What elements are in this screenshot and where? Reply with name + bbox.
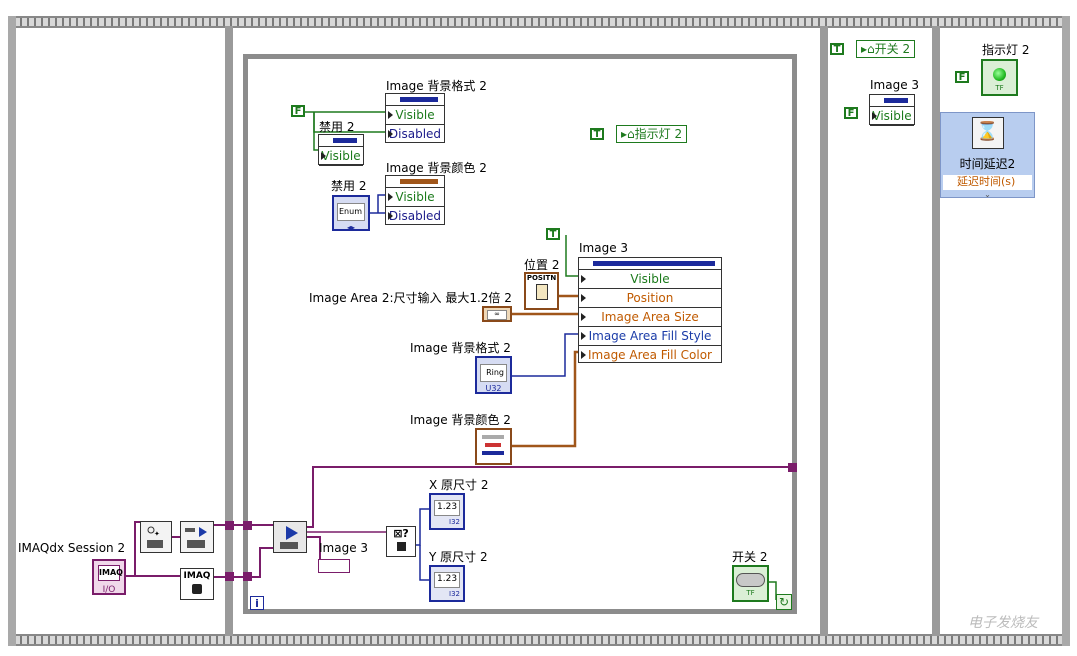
session-icon-text: IMAQ <box>98 565 123 581</box>
imaq-grab-icon[interactable] <box>273 521 307 553</box>
area-ctrl-text: ∞ <box>487 310 507 320</box>
hourglass-icon: ⌛ <box>971 117 1004 149</box>
bg-color-node-label: Image 背景颜色 2 <box>386 161 487 175</box>
middle-image3-label: Image 3 <box>870 78 920 92</box>
disable-node-header <box>319 135 363 147</box>
image3-node-header <box>579 258 721 270</box>
indicator-local-text: 指示灯 2 <box>634 127 683 141</box>
position-icon-text: POSITN <box>526 274 557 282</box>
bg-color-property-node[interactable]: Visible Disabled <box>385 175 445 225</box>
select-q: ? <box>402 527 409 540</box>
disable-visible-prop: Visible <box>319 147 363 166</box>
indicator-sub: TF <box>995 84 1004 92</box>
image3-fill-style-prop: Image Area Fill Style <box>579 327 721 346</box>
bg-color-node-header <box>386 176 444 188</box>
delay-input-label: 延迟时间(s) <box>957 175 1016 188</box>
imaq-configure-grab-icon[interactable] <box>180 521 214 553</box>
y-num-sub: I32 <box>449 590 460 598</box>
imaq-open-camera-icon[interactable]: ✦ <box>140 521 172 553</box>
bg-color-control-label: Image 背景颜色 2 <box>410 413 511 427</box>
x-num-text: 1.23 <box>434 500 460 516</box>
bg-format-ring-control[interactable]: Ring U32 <box>475 356 512 394</box>
delay-input-row[interactable]: 延迟时间(s) <box>943 175 1032 190</box>
middle-visible-prop: Visible <box>870 107 914 126</box>
indicator-label: 指示灯 2 <box>982 43 1030 57</box>
ring-text: Ring <box>480 364 507 382</box>
enum-text: Enum <box>337 203 365 221</box>
wires <box>126 111 797 600</box>
image3-visible-prop: Visible <box>579 270 721 289</box>
session-label: IMAQdx Session 2 <box>18 541 126 555</box>
image3-area-size-prop: Image Area Size <box>579 308 721 327</box>
false-constant-right[interactable]: F <box>955 71 969 83</box>
ring-sub: U32 <box>485 384 502 393</box>
bg-format-node-label: Image 背景格式 2 <box>386 79 487 93</box>
bg-color-visible-prop: Visible <box>386 188 444 207</box>
session-control[interactable]: IMAQ I/O <box>92 559 126 595</box>
image3-node-label: Image 3 <box>579 241 629 255</box>
true-constant-1[interactable]: T <box>590 128 604 140</box>
x-num-sub: I32 <box>449 518 460 526</box>
y-size-label: Y 原尺寸 2 <box>429 550 488 564</box>
session-sub: I/O <box>102 585 116 595</box>
middle-node-header <box>870 95 914 107</box>
indicator-local-variable[interactable]: ▸⌂指示灯 2 <box>616 125 688 143</box>
bg-format-node-header <box>386 94 444 106</box>
position-label: 位置 2 <box>524 258 560 272</box>
time-delay-express-vi[interactable]: ⌛ 时间延迟2 延迟时间(s) ⌄ <box>940 112 1035 199</box>
bg-color-cluster-control[interactable] <box>475 428 512 465</box>
bg-format-disabled-prop: Disabled <box>386 125 444 144</box>
image3-reference[interactable] <box>318 559 350 573</box>
home-icon: ▸⌂ <box>621 127 635 141</box>
delay-title: 时间延迟2 <box>959 157 1016 171</box>
imaq-node-text: IMAQ <box>183 571 211 581</box>
image-area-control[interactable]: ∞ <box>482 306 512 322</box>
disable-enum-control[interactable]: Enum ◂▸ <box>332 195 370 232</box>
bg-format-visible-prop: Visible <box>386 106 444 125</box>
disable-enum-label: 禁用 2 <box>331 179 367 193</box>
y-size-indicator: 1.23 I32 <box>429 565 465 602</box>
expand-chevron-icon[interactable]: ⌄ <box>941 190 1034 199</box>
select-node-icon[interactable]: ⊠? <box>386 526 416 557</box>
image3-fill-color-prop: Image Area Fill Color <box>579 346 721 365</box>
x-size-label: X 原尺寸 2 <box>429 478 489 492</box>
image3-position-prop: Position <box>579 289 721 308</box>
y-num-text: 1.23 <box>434 572 460 588</box>
svg-text:✦: ✦ <box>154 530 160 538</box>
false-constant-1[interactable]: F <box>291 105 305 117</box>
switch-control[interactable]: TF <box>732 565 769 602</box>
position-cluster-control[interactable]: POSITN <box>524 272 559 310</box>
false-constant-middle[interactable]: F <box>844 107 858 119</box>
switch-sub: TF <box>746 589 755 597</box>
true-constant-middle[interactable]: T <box>830 43 844 55</box>
middle-image3-property-node[interactable]: Visible <box>869 94 915 126</box>
disable-property-node[interactable]: Visible <box>318 134 364 166</box>
image-area-label: Image Area 2:尺寸输入 最大1.2倍 2 <box>309 291 512 305</box>
switch-local-text: 开关 2 <box>874 42 911 56</box>
disable-label: 禁用 2 <box>319 120 355 134</box>
image3-property-node[interactable]: Visible Position Image Area Size Image A… <box>578 257 722 363</box>
indicator-led: TF <box>981 59 1018 96</box>
switch-label: 开关 2 <box>732 550 768 564</box>
imaq-create-icon[interactable]: IMAQ <box>180 568 214 600</box>
home-icon: ▸⌂ <box>861 42 875 56</box>
bg-color-disabled-prop: Disabled <box>386 207 444 226</box>
x-size-indicator: 1.23 I32 <box>429 493 465 530</box>
bg-format-control-label: Image 背景格式 2 <box>410 341 511 355</box>
switch-local-variable[interactable]: ▸⌂开关 2 <box>856 40 916 58</box>
watermark: 电子发烧友 <box>968 615 1038 631</box>
true-constant-2[interactable]: T <box>546 228 560 240</box>
image3-reference-label: Image 3 <box>319 541 369 555</box>
bg-format-property-node[interactable]: Visible Disabled <box>385 93 445 143</box>
